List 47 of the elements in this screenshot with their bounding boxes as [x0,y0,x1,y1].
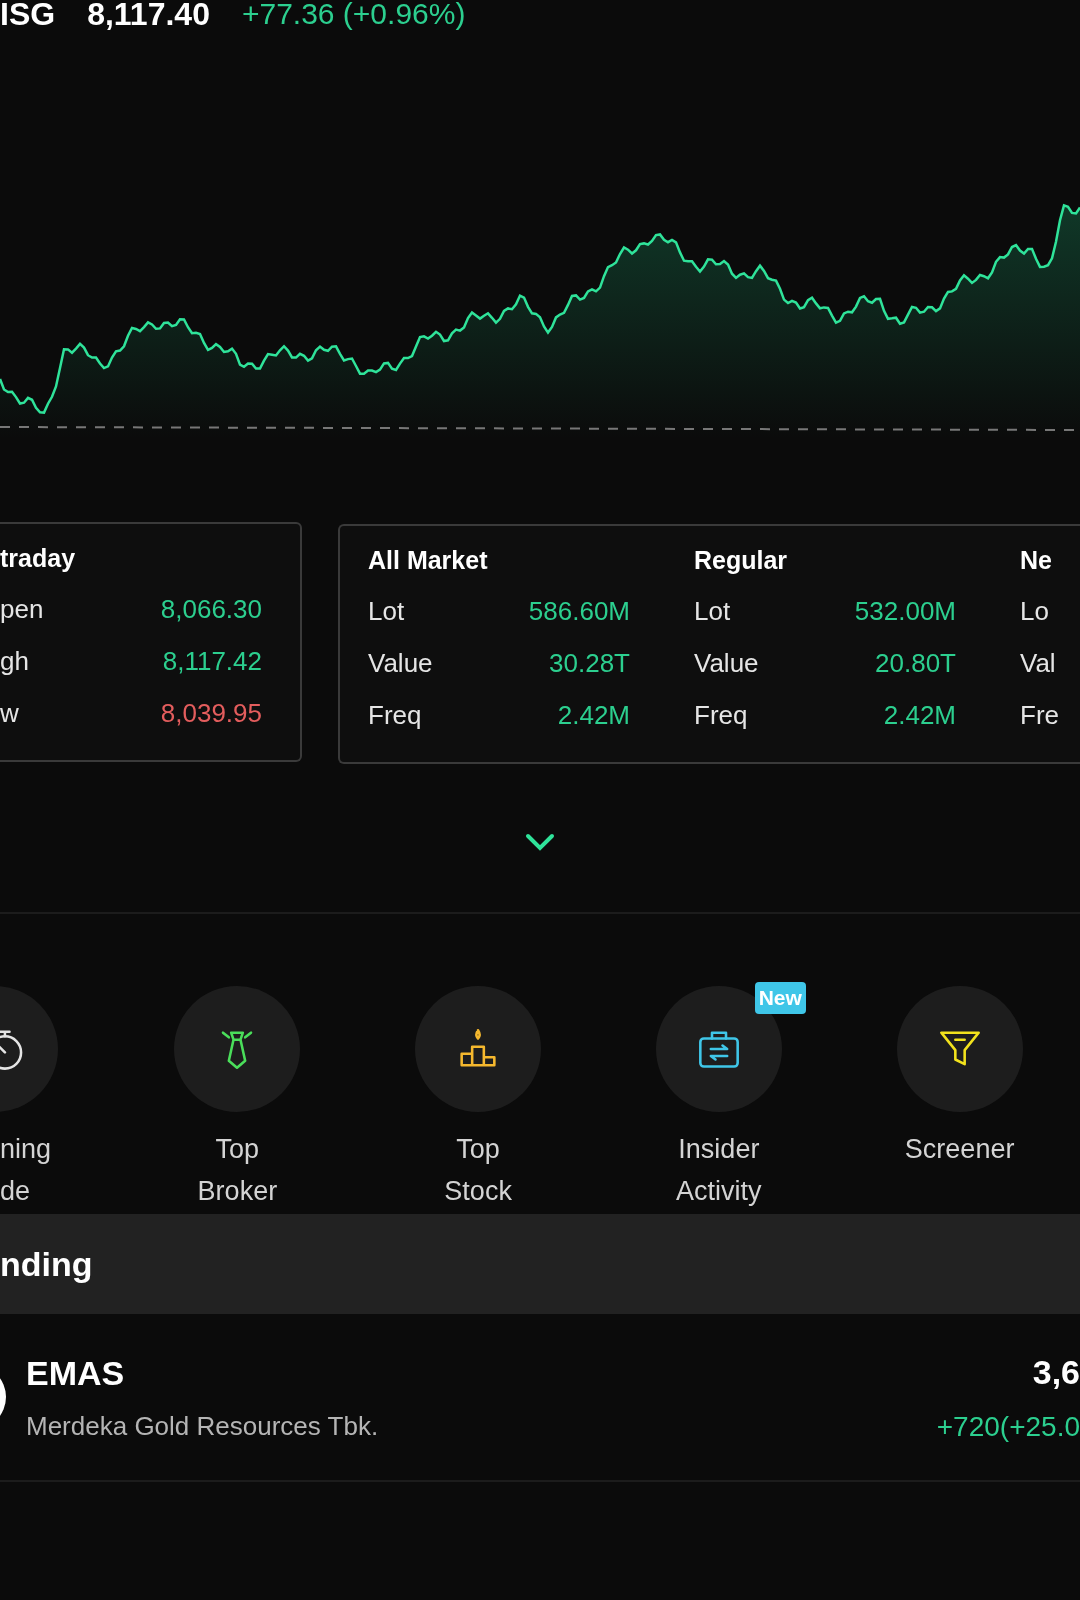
shortcut-label: Top [215,1133,260,1166]
stat-label: Freq [368,699,422,732]
shortcut-label: Top [456,1133,500,1166]
group-title: All Market [368,545,489,576]
stat-label: Value [694,647,759,680]
stat-label: Freq [694,699,748,732]
stat-value: 8,066.30 [160,593,262,626]
stat-value: 30.28T [549,647,630,680]
shortcut-label: Stock [444,1175,512,1208]
shortcut-button[interactable]: Top Stock [357,986,599,1212]
index-symbol: ISG [0,0,56,34]
shortcut-label: Insider [678,1133,760,1166]
stat-label: gh [0,645,29,678]
group-title: Regular [694,545,789,576]
stat-label: w [0,697,19,730]
shortcut-label: Activity [676,1175,762,1208]
index-price: 8,117.40 [87,0,210,34]
stat-value: 532.00M [854,595,956,628]
stat-value: 8,039.95 [160,697,262,730]
stat-label: Val [1020,647,1056,680]
shortcut-button[interactable]: Top Broker [117,986,358,1212]
stock-row[interactable]: EMAS Merdeka Gold Resources Tbk. 3,6 +720(+25.0 [0,1314,1080,1482]
shortcut-label: de [0,1175,31,1208]
shortcut-label: Broker [197,1175,278,1208]
stat-value: 2.42M [883,699,956,732]
stat-label: Fre [1020,699,1059,732]
stat-value: 20.80T [875,647,956,680]
shortcut-label: Screener [904,1133,1015,1166]
stat-label: Lot [368,595,405,628]
stat-label: Value [368,647,433,680]
stock-price: 3,6 [1032,1351,1080,1393]
stat-label: pen [0,593,44,626]
stock-name: Merdeka Gold Resources Tbk. [26,1410,380,1443]
stock-change: +720(+25.0 [936,1409,1080,1444]
stat-label: Lot [694,595,731,628]
stat-value: 586.60M [528,595,630,628]
stat-label: Lo [1020,595,1049,628]
stat-value: 8,117.42 [162,645,262,678]
index-change: +77.36 (+0.96%) [241,0,466,32]
stock-symbol: EMAS [26,1353,126,1394]
group-title: traday [0,543,77,574]
shortcut-button[interactable]: Screener [839,986,1080,1170]
stat-value: 2.42M [557,699,630,732]
section-title: nding [0,1243,93,1285]
shortcut-label: ning [0,1133,52,1166]
group-title: Ne [1020,545,1053,576]
new-badge: New [754,982,806,1014]
